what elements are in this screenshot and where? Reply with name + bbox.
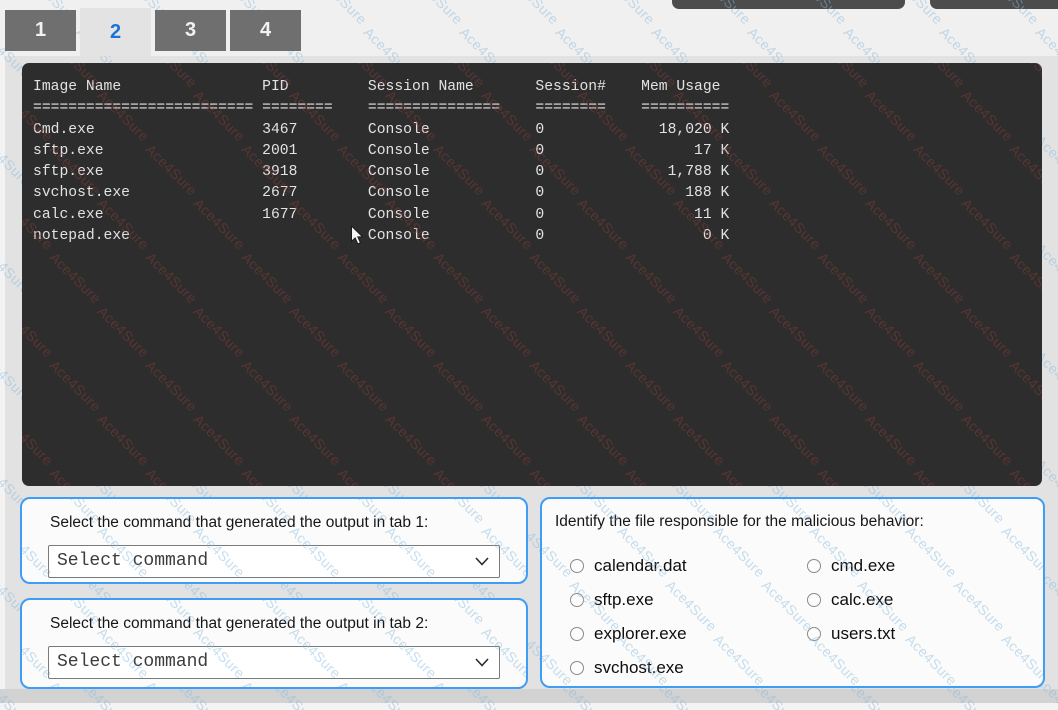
radio-icon[interactable] (807, 627, 821, 641)
console-output: Image Name PID Session Name Session# Mem… (22, 63, 1042, 486)
radio-icon[interactable] (807, 559, 821, 573)
radio-option-sftp-exe[interactable]: sftp.exe (562, 587, 799, 613)
radio-option-cmd-exe[interactable]: cmd.exe (799, 553, 1029, 579)
question-tab1-panel: Select the command that generated the ou… (20, 497, 528, 584)
command-select-tab1-wrap: Select command (48, 545, 500, 578)
question-tab2-panel: Select the command that generated the ou… (20, 598, 528, 689)
radio-option-label: explorer.exe (594, 624, 687, 644)
command-select-tab2[interactable]: Select command (48, 646, 500, 679)
radio-option-label: cmd.exe (831, 556, 895, 576)
radio-option-explorer-exe[interactable]: explorer.exe (562, 621, 799, 647)
malicious-file-options: calendar.dat cmd.exe sftp.exe calc.exe e… (562, 553, 1029, 681)
question-tab1-label: Select the command that generated the ou… (50, 514, 428, 532)
radio-option-calc-exe[interactable]: calc.exe (799, 587, 1029, 613)
radio-option-label: svchost.exe (594, 658, 684, 678)
command-select-tab1[interactable]: Select command (48, 545, 500, 578)
tab-bar: 1 2 3 4 (5, 10, 301, 56)
radio-option-users-txt[interactable]: users.txt (799, 621, 1029, 647)
radio-option-label: calendar.dat (594, 556, 687, 576)
malicious-file-label: Identify the file responsible for the ma… (555, 513, 924, 531)
page: Ace4SureAce4SureAce4SureAce4SureAce4Sure… (0, 0, 1058, 710)
bottom-light-strip (0, 703, 1058, 710)
radio-option-calendar-dat[interactable]: calendar.dat (562, 553, 799, 579)
tab-1[interactable]: 1 (5, 10, 76, 51)
radio-option-label: calc.exe (831, 590, 893, 610)
left-margin-strip (0, 56, 5, 703)
tab-2[interactable]: 2 (80, 8, 151, 56)
console-pre: Image Name PID Session Name Session# Mem… (33, 77, 729, 247)
partial-button-right[interactable] (930, 0, 1058, 9)
partial-button-left[interactable] (672, 0, 905, 9)
tab-3[interactable]: 3 (155, 10, 226, 51)
radio-icon[interactable] (570, 627, 584, 641)
radio-icon[interactable] (570, 559, 584, 573)
radio-icon[interactable] (570, 661, 584, 675)
question-tab2-label: Select the command that generated the ou… (50, 615, 428, 633)
tab-4[interactable]: 4 (230, 10, 301, 51)
radio-icon[interactable] (807, 593, 821, 607)
bottom-bar (0, 689, 1058, 703)
radio-option-label: users.txt (831, 624, 895, 644)
malicious-file-panel: Identify the file responsible for the ma… (540, 497, 1045, 688)
radio-option-svchost-exe[interactable]: svchost.exe (562, 655, 799, 681)
radio-icon[interactable] (570, 593, 584, 607)
radio-option-label: sftp.exe (594, 590, 654, 610)
command-select-tab2-wrap: Select command (48, 646, 500, 679)
